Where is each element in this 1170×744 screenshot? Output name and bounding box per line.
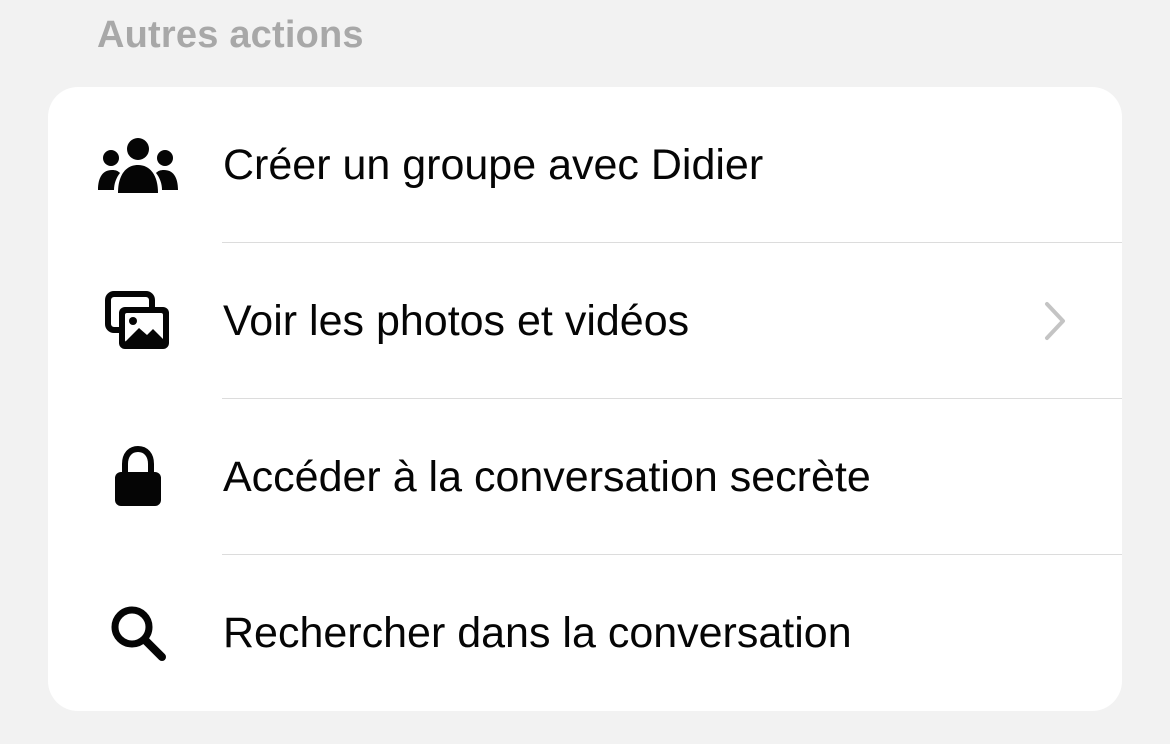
- action-label: Créer un groupe avec Didier: [223, 141, 764, 189]
- search-icon: [98, 599, 178, 667]
- group-icon: [98, 131, 178, 199]
- other-actions-card: Créer un groupe avec Didier Voir les pho…: [48, 87, 1122, 711]
- action-search-conversation[interactable]: Rechercher dans la conversation: [48, 555, 1122, 711]
- action-label: Accéder à la conversation secrète: [223, 453, 871, 501]
- action-secret-conversation[interactable]: Accéder à la conversation secrète: [48, 399, 1122, 555]
- action-label: Voir les photos et vidéos: [223, 297, 690, 345]
- action-label: Rechercher dans la conversation: [223, 609, 852, 657]
- photos-icon: [98, 287, 178, 355]
- section-title: Autres actions: [97, 14, 364, 56]
- lock-icon: [98, 443, 178, 511]
- action-create-group[interactable]: Créer un groupe avec Didier: [48, 87, 1122, 243]
- action-view-photos[interactable]: Voir les photos et vidéos: [48, 243, 1122, 399]
- chevron-right-icon: [1042, 301, 1068, 341]
